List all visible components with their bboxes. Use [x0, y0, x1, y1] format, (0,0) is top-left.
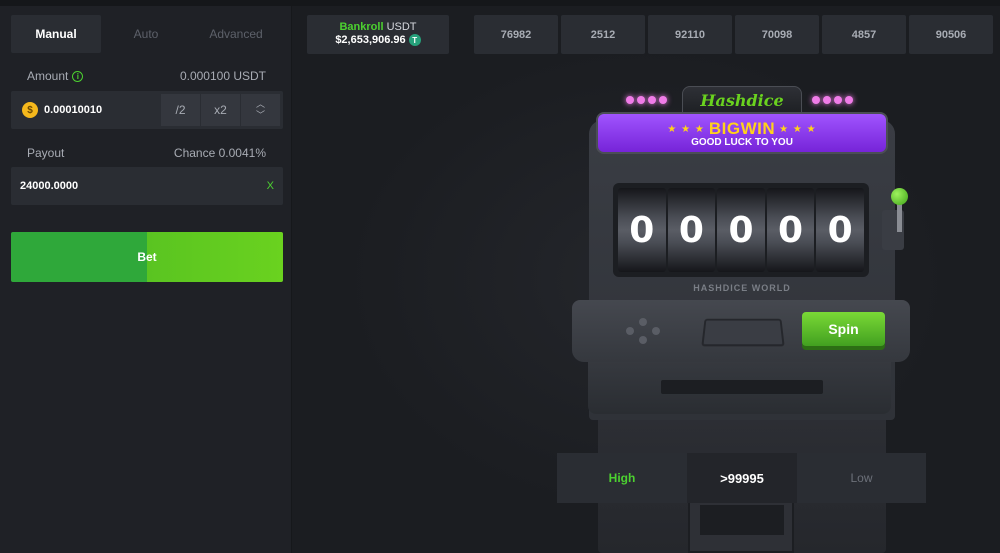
mode-tabs: Manual Auto Advanced	[11, 15, 283, 53]
direction-selector: High >99995 Low	[557, 453, 926, 503]
hashdice-logo: Hashdice	[682, 86, 802, 114]
payout-input[interactable]: 24000.0000	[20, 180, 267, 192]
reel: 0	[618, 188, 666, 272]
reel: 0	[717, 188, 765, 272]
bulb-icon	[845, 96, 853, 104]
stars-icon: ★ ★ ★	[779, 123, 817, 135]
bulb-icon	[659, 96, 667, 104]
bulb-icon	[823, 96, 831, 104]
amount-display: 0.000100 USDT	[179, 69, 266, 83]
history-item[interactable]: 76982	[474, 15, 558, 54]
reel: 0	[766, 188, 815, 272]
payout-field[interactable]: 24000.0000 X	[11, 167, 283, 205]
history-item[interactable]: 92110	[648, 15, 732, 54]
history-item[interactable]: 4857	[822, 15, 906, 54]
reel: 0	[667, 188, 716, 272]
history-item[interactable]: 2512	[561, 15, 645, 54]
bankroll-currency: USDT	[386, 21, 417, 33]
bankroll-label: Bankroll	[339, 21, 384, 33]
half-button[interactable]: /2	[161, 94, 200, 126]
target-value: >99995	[687, 453, 797, 503]
high-button[interactable]: High	[557, 453, 687, 503]
bigwin-text: BIGWIN	[708, 119, 776, 138]
bankroll-value: $2,653,906.96	[335, 34, 406, 46]
dpad-dot	[652, 327, 660, 335]
bulb-icon	[637, 96, 645, 104]
roll-history: 76982 2512 92110 70098 4857 90506	[474, 15, 993, 54]
amount-input[interactable]: 0.00010010	[44, 104, 161, 116]
dpad-dot	[639, 336, 647, 344]
spin-button[interactable]: Spin	[802, 312, 885, 346]
hashdice-world-label: HASHDICE WORLD	[693, 283, 791, 293]
tether-icon: T	[408, 34, 421, 46]
reel: 0	[816, 188, 864, 272]
history-item[interactable]: 90506	[909, 15, 993, 54]
amount-stepper[interactable]: ︿ ﹀	[241, 94, 280, 126]
bet-panel: Manual Auto Advanced Amount i 0.000100 U…	[0, 6, 292, 553]
tab-advanced[interactable]: Advanced	[191, 15, 281, 53]
info-icon[interactable]: i	[72, 70, 84, 82]
payout-clear-button[interactable]: X	[267, 180, 274, 192]
bigwin-line: ★ ★ ★ BIGWIN ★ ★ ★	[598, 119, 886, 139]
tab-auto[interactable]: Auto	[101, 15, 191, 53]
chevron-up-icon[interactable]: ︿	[256, 99, 265, 110]
bulbs-right	[812, 96, 853, 104]
bet-button[interactable]: Bet	[11, 232, 283, 282]
stars-icon: ★ ★ ★	[667, 123, 705, 135]
double-button[interactable]: x2	[201, 94, 240, 126]
amount-label: Amount	[27, 69, 69, 83]
dpad-dot	[639, 318, 647, 326]
amount-label-row: Amount i	[27, 69, 84, 83]
chance-value: 0.0041%	[218, 146, 266, 160]
coin-icon: $	[22, 102, 38, 118]
chance-label: Chance	[173, 146, 216, 160]
low-button[interactable]: Low	[797, 453, 926, 503]
bigwin-banner: ★ ★ ★ BIGWIN ★ ★ ★ GOOD LUCK TO YOU	[596, 112, 888, 154]
bulbs-left	[626, 96, 667, 104]
coin-return-slot	[661, 380, 823, 394]
chevron-down-icon[interactable]: ﹀	[256, 110, 265, 121]
history-item[interactable]: 70098	[735, 15, 819, 54]
bulb-icon	[812, 96, 820, 104]
dpad-dot	[626, 327, 634, 335]
tab-manual[interactable]: Manual	[11, 15, 101, 53]
good-luck-text: GOOD LUCK TO YOU	[691, 137, 793, 148]
reels: 0 0 0 0 0	[613, 183, 869, 277]
bulb-icon	[834, 96, 842, 104]
chance-row: Chance 0.0041%	[174, 146, 266, 160]
coin-slot	[701, 318, 785, 347]
app-root: Manual Auto Advanced Amount i 0.000100 U…	[0, 0, 1000, 553]
bankroll-value-row: $2,653,906.96 T	[307, 34, 449, 46]
lever-knob-icon[interactable]	[891, 188, 908, 205]
amount-field[interactable]: $ 0.00010010 /2 x2 ︿ ﹀	[11, 91, 283, 129]
payout-label: Payout	[27, 146, 65, 160]
bulb-icon	[648, 96, 656, 104]
dpad-icon	[626, 318, 660, 346]
bankroll-header: Bankroll USDT	[307, 21, 449, 33]
bankroll-card: Bankroll USDT $2,653,906.96 T	[307, 15, 449, 54]
bottom-slot-opening	[700, 505, 784, 535]
bulb-icon	[626, 96, 634, 104]
